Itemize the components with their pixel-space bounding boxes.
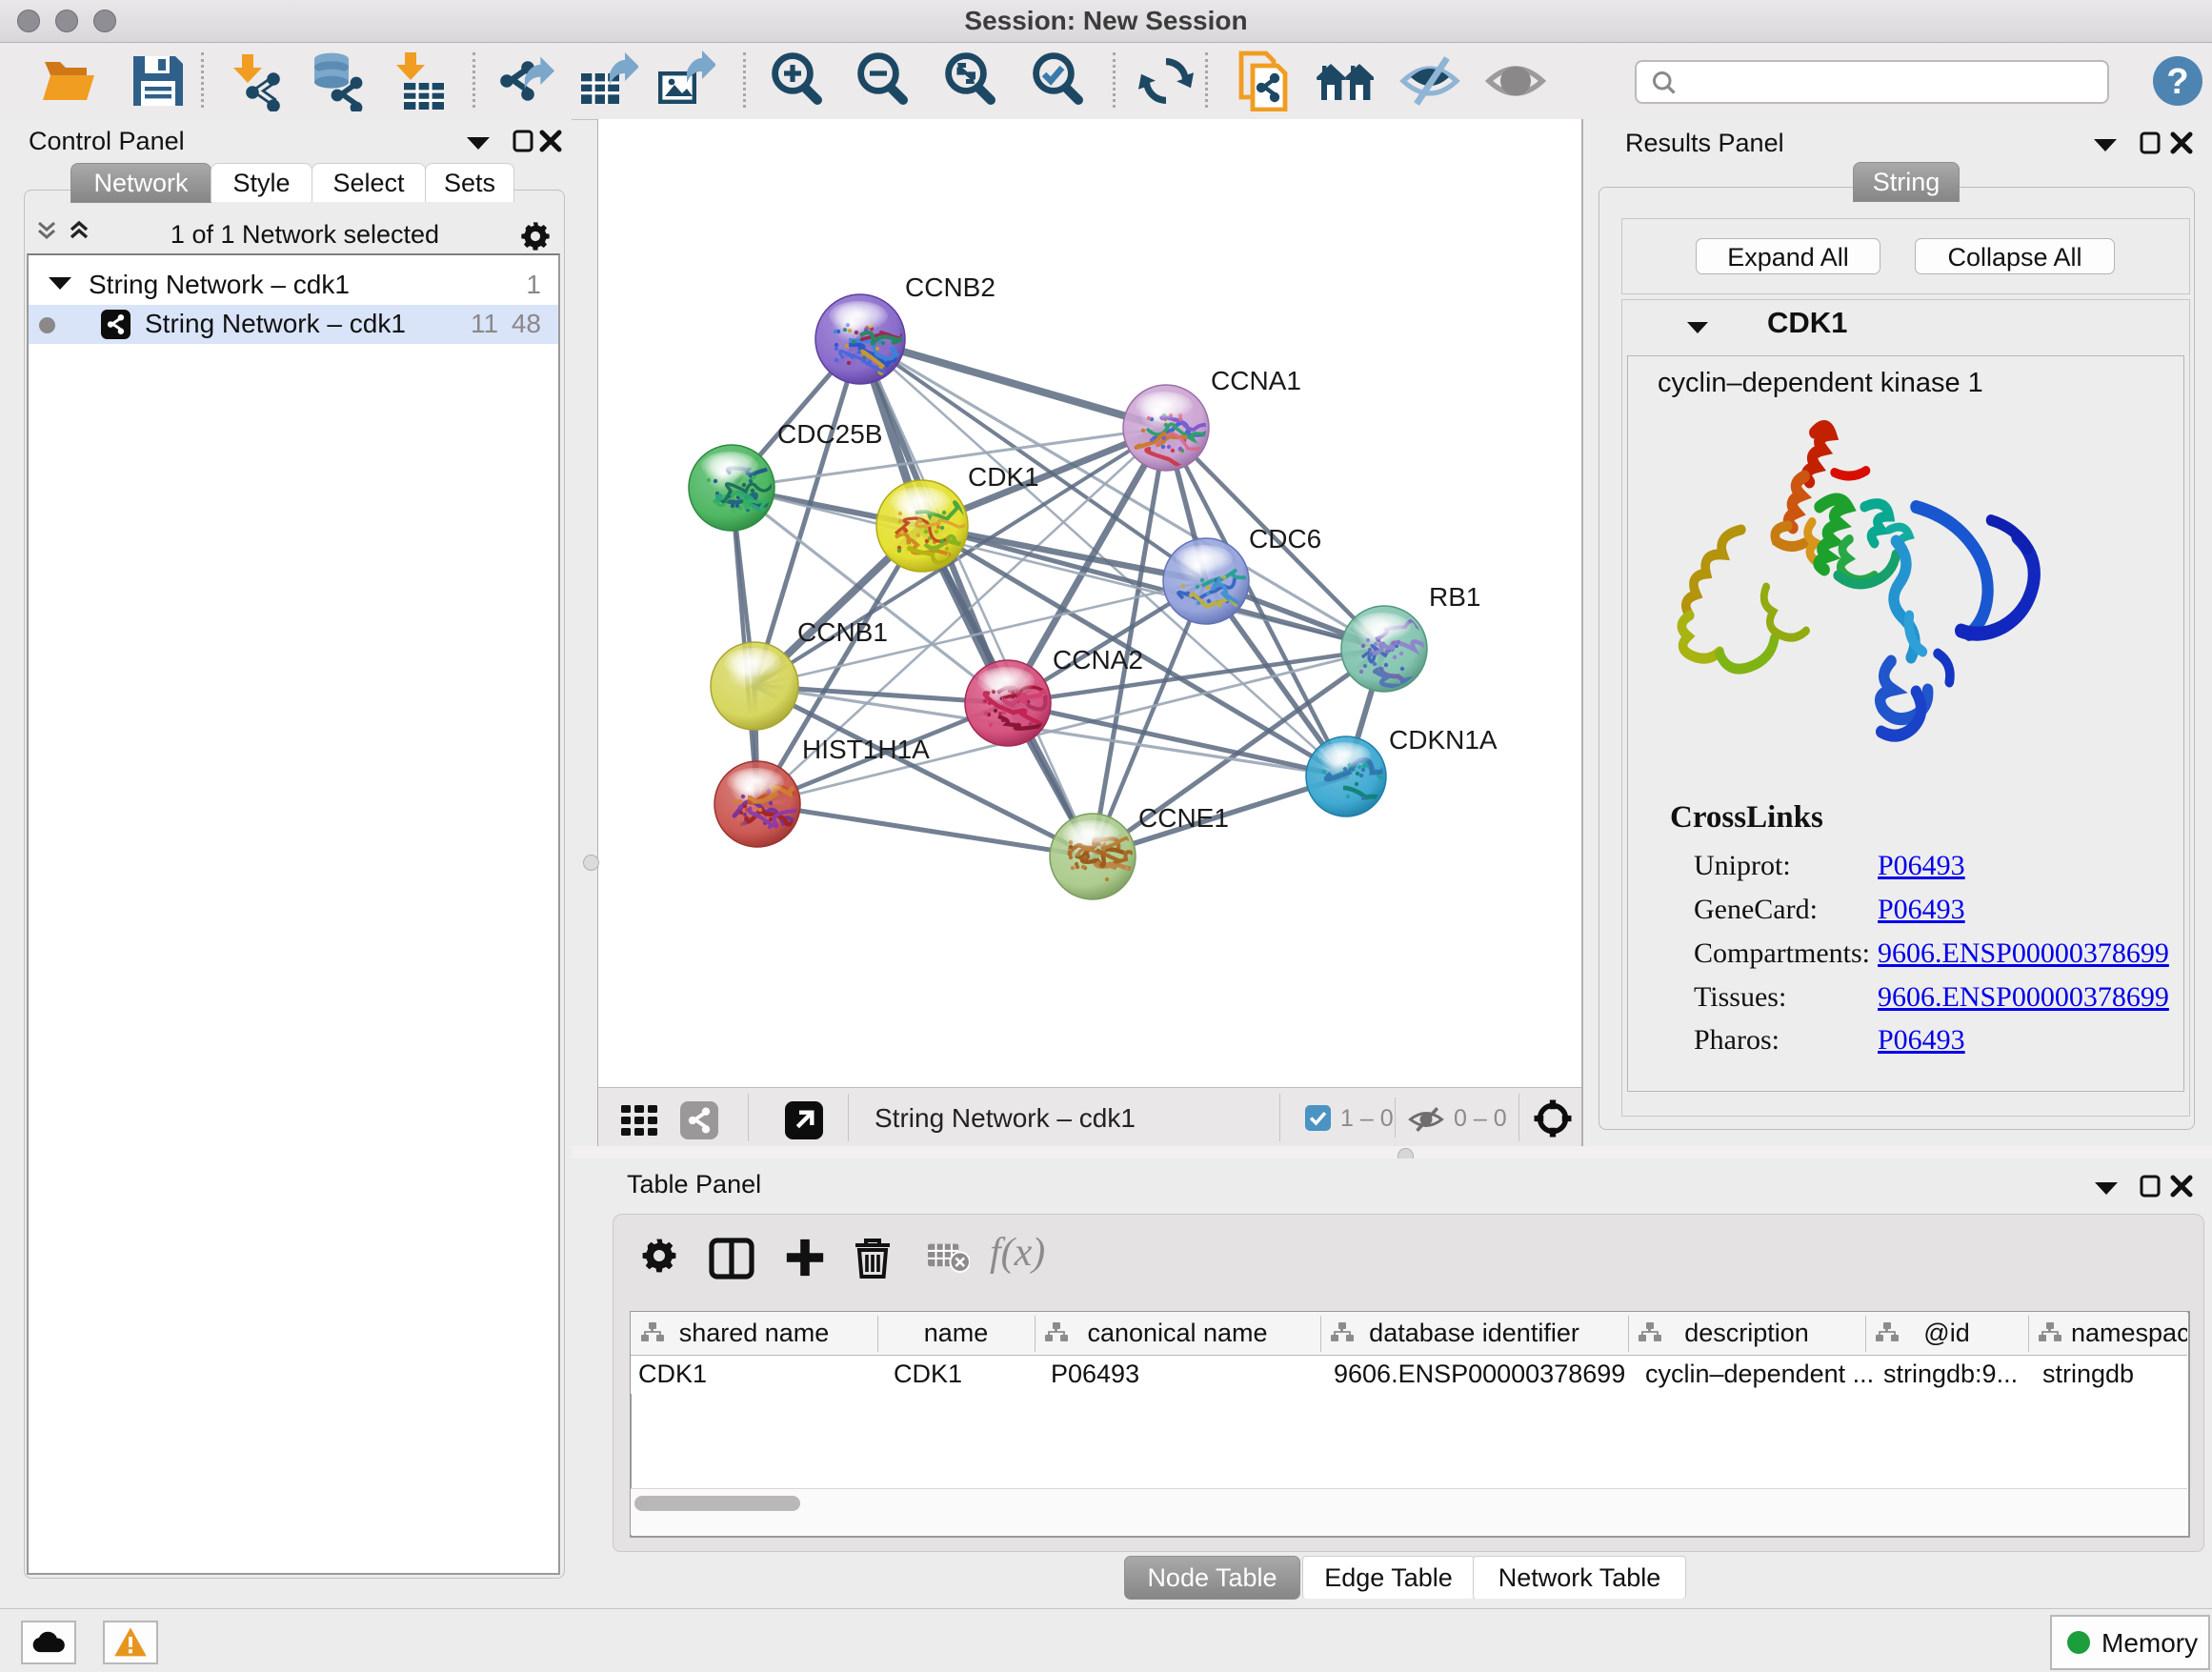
svg-text:CCNB1: CCNB1 [797, 617, 888, 647]
svg-text:HIST1H1A: HIST1H1A [802, 735, 930, 764]
svg-text:CCNA1: CCNA1 [1211, 366, 1301, 395]
svg-text:CDC6: CDC6 [1249, 524, 1321, 554]
svg-text:CCNE1: CCNE1 [1138, 803, 1229, 833]
svg-text:CDK1: CDK1 [968, 462, 1039, 492]
svg-text:CDKN1A: CDKN1A [1389, 725, 1498, 755]
svg-text:?: ? [2166, 62, 2188, 102]
svg-text:RB1: RB1 [1429, 582, 1480, 612]
svg-text:CDC25B: CDC25B [777, 419, 882, 449]
svg-text:CCNA2: CCNA2 [1053, 645, 1143, 675]
svg-text:CCNB2: CCNB2 [905, 272, 995, 302]
